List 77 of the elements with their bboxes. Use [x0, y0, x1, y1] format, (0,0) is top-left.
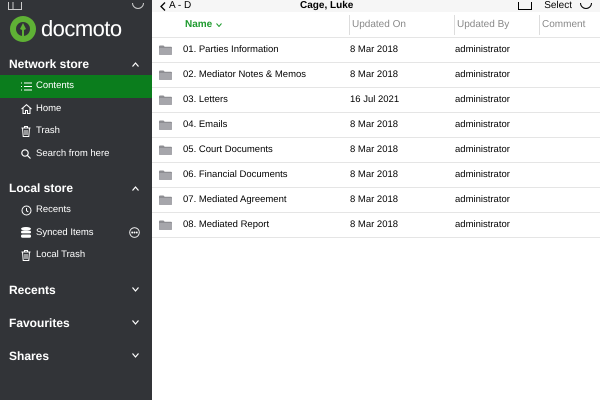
collapse-chevron-icon[interactable]	[132, 186, 139, 190]
sidebar-item[interactable]: Search from here	[0, 142, 152, 165]
sort-chevron-icon	[216, 22, 222, 26]
section-title[interactable]: Favourites	[9, 314, 70, 332]
folder-row[interactable]: 02. Mediator Notes & Memos 8 Mar 2018 administrator	[152, 63, 600, 88]
folder-icon	[159, 95, 172, 105]
table-cell-text: administrator	[455, 92, 511, 107]
table-cell-text: administrator	[455, 42, 511, 57]
search-icon	[21, 148, 31, 159]
section-title[interactable]: Shares	[9, 346, 50, 364]
table-cell-text: 08. Mediated Report	[183, 218, 270, 232]
column-header[interactable]: Comment	[542, 17, 586, 32]
table-cell-text: 02. Mediator Notes & Memos	[183, 68, 308, 82]
table-cell-text: 04. Emails	[183, 118, 228, 132]
back-chevron-icon	[160, 2, 166, 10]
list-icon	[21, 82, 32, 91]
table-cell-text: 8 Mar 2018	[350, 218, 400, 232]
table-cell-text: administrator	[455, 118, 511, 132]
section-title[interactable]: Network store	[9, 55, 90, 73]
section-title[interactable]: Recents	[9, 280, 56, 298]
folder-row[interactable]: 05. Court Documents 8 Mar 2018 administrator	[152, 138, 600, 163]
window-icon[interactable]	[518, 2, 532, 10]
folder-row[interactable]: 01. Parties Information 8 Mar 2018 administrator	[152, 38, 600, 63]
select-button[interactable]: Select	[544, 1, 572, 11]
table-cell-text: 8 Mar 2018	[350, 42, 400, 57]
sidebar-item[interactable]: Contents	[0, 75, 152, 98]
sidebar-item[interactable]: Local Trash	[0, 244, 152, 266]
logo-text: docmoto	[41, 18, 122, 40]
expand-chevron-icon[interactable]	[132, 320, 139, 325]
database-icon	[21, 227, 31, 238]
collapse-chevron-icon[interactable]	[132, 62, 139, 66]
table-cell-text: 8 Mar 2018	[350, 192, 400, 207]
folder-icon	[159, 170, 172, 180]
table-cell-text: 8 Mar 2018	[350, 118, 400, 132]
sidebar-item[interactable]: Recents	[0, 199, 152, 222]
folder-icon	[159, 120, 172, 130]
column-header[interactable]: Updated On	[352, 17, 406, 32]
sidebar-toggle-icon[interactable]	[8, 2, 22, 10]
table-cell-text: 03. Letters	[183, 92, 229, 107]
folder-icon	[159, 195, 172, 205]
folder-icon	[159, 70, 172, 80]
section-title[interactable]: Local store	[9, 179, 74, 197]
table-cell-text: 06. Financial Documents	[183, 168, 289, 182]
sidebar-item[interactable]: Trash	[0, 120, 152, 142]
logo-icon	[9, 15, 37, 43]
table-cell-text: administrator	[455, 192, 511, 207]
folder-row[interactable]: 06. Financial Documents 8 Mar 2018 administrator	[152, 163, 600, 188]
table-cell-text: administrator	[455, 142, 511, 157]
table-cell-text: 8 Mar 2018	[350, 68, 400, 82]
column-header[interactable]: Updated By	[457, 17, 510, 32]
back-button[interactable]: A - D	[160, 1, 300, 11]
table-cell-text: 8 Mar 2018	[350, 142, 400, 157]
folder-title: Cage, Luke	[300, 1, 354, 11]
folder-row[interactable]: 04. Emails 8 Mar 2018 administrator	[152, 113, 600, 138]
expand-chevron-icon[interactable]	[132, 287, 139, 292]
table-cell-text: administrator	[455, 68, 511, 82]
folder-row[interactable]: 03. Letters 16 Jul 2021 administrator	[152, 88, 600, 113]
folder-icon	[159, 145, 172, 155]
table-cell-text: 01. Parties Information	[183, 42, 280, 57]
table-cell-text: administrator	[455, 168, 511, 182]
table-cell-text: 16 Jul 2021	[350, 92, 400, 107]
table-cell-text: 07. Mediated Agreement	[183, 192, 288, 207]
folder-row[interactable]: 08. Mediated Report 8 Mar 2018 administrator	[152, 213, 600, 238]
clock-icon	[21, 204, 32, 216]
table-cell-text: 8 Mar 2018	[350, 168, 400, 182]
folder-icon	[159, 45, 172, 55]
trash-icon	[21, 250, 31, 261]
sidebar-item[interactable]: Synced Items	[0, 222, 152, 244]
trash-icon	[21, 126, 31, 137]
expand-chevron-icon[interactable]	[132, 353, 139, 358]
home-icon	[21, 104, 32, 114]
table-cell-text: 05. Court Documents	[183, 142, 274, 157]
folder-row[interactable]: 07. Mediated Agreement 8 Mar 2018 administrator	[152, 188, 600, 213]
column-header[interactable]: Name	[185, 17, 222, 32]
sidebar-item[interactable]: Home	[0, 98, 152, 120]
table-cell-text: administrator	[455, 218, 511, 232]
folder-icon	[159, 220, 172, 230]
